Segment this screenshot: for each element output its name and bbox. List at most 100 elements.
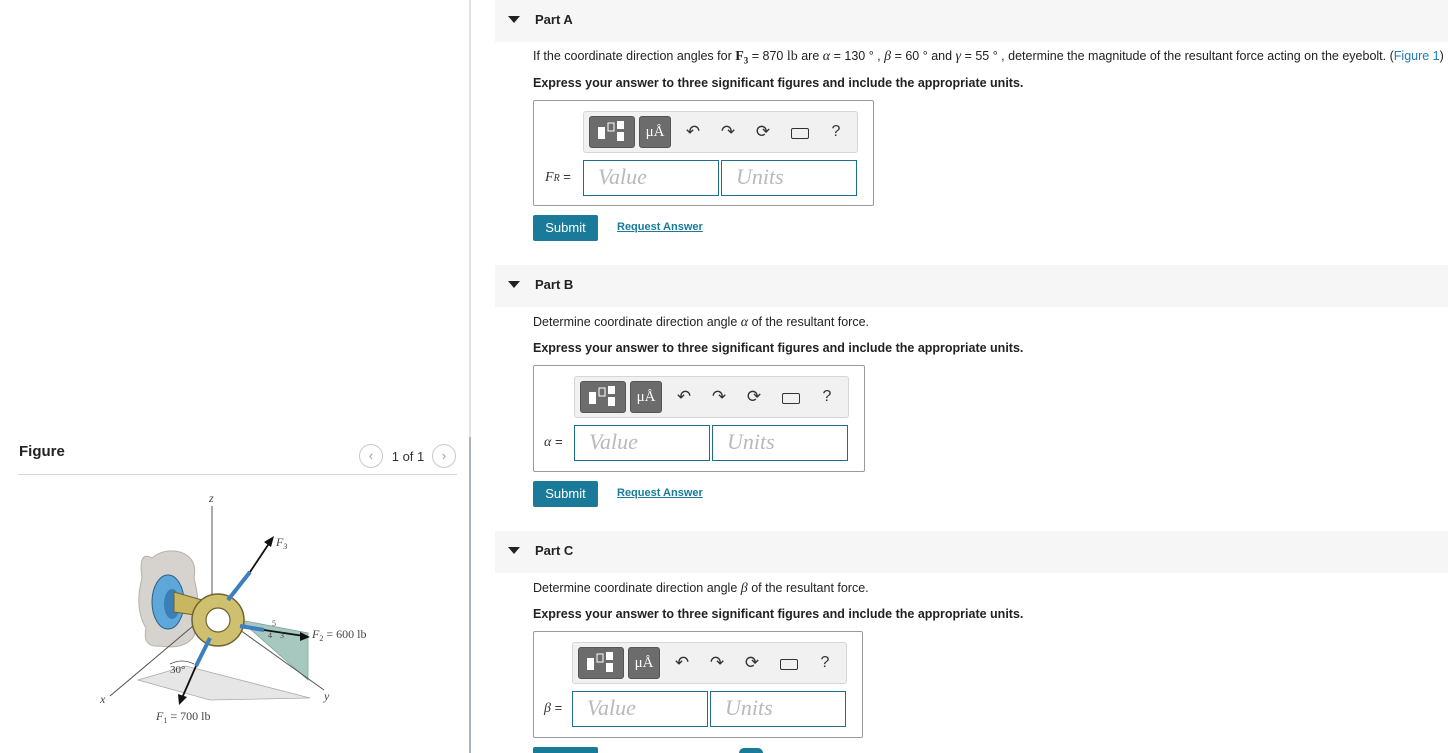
question-text: Determine coordinate direction angle [533, 581, 741, 595]
part-a-math-toolbar: μÅ ↶ ↷ ⟳ ? [583, 111, 858, 153]
part-a-title: Part A [535, 12, 573, 27]
part-a-question: If the coordinate direction angles for F… [533, 49, 1444, 66]
templates-icon [598, 121, 624, 141]
eyebolt-figure: z y x F3 F2 = 600 lb F1 = 700 lb 30° 5 4… [99, 491, 366, 725]
templates-button[interactable] [589, 116, 635, 148]
f3-label: F3 [275, 535, 287, 551]
part-b-question: Determine coordinate direction angle α o… [533, 315, 869, 331]
undo-icon[interactable]: ↶ [673, 386, 695, 408]
part-b-math-toolbar: μÅ ↶ ↷ ⟳ ? [574, 376, 849, 418]
help-icon[interactable]: ? [814, 652, 836, 674]
pane-divider-accent [469, 437, 471, 753]
reset-icon[interactable]: ⟳ [743, 386, 765, 408]
part-b-request-answer-link[interactable]: Request Answer [617, 487, 703, 499]
next-figure-button[interactable]: › [432, 444, 456, 468]
figure-link[interactable]: Figure 1 [1394, 49, 1440, 63]
z-label: z [208, 491, 214, 505]
question-text: of the resultant force. [748, 315, 870, 329]
part-c-instruction: Express your answer to three significant… [533, 607, 1024, 621]
part-c-header[interactable]: Part C [495, 531, 1448, 573]
units-button[interactable]: μÅ [628, 647, 660, 679]
variable-symbol: β [544, 701, 551, 716]
undo-icon[interactable]: ↶ [671, 652, 693, 674]
part-a-header[interactable]: Part A [495, 0, 1448, 42]
keyboard-icon[interactable] [780, 386, 802, 408]
part-a-instruction: Express your answer to three significant… [533, 76, 1024, 90]
f1-label-value: = 700 lb [167, 709, 210, 723]
f1-arrowhead [178, 694, 187, 705]
keyboard-icon[interactable] [778, 652, 800, 674]
slope-3-label: 3 [280, 631, 284, 640]
redo-icon[interactable]: ↷ [706, 652, 728, 674]
part-a-value-input[interactable]: Value [583, 160, 719, 196]
part-b-units-input[interactable]: Units [712, 425, 848, 461]
part-a-variable-label: FR = [545, 169, 571, 186]
part-b-variable-label: α = [544, 434, 563, 451]
undo-icon[interactable]: ↶ [682, 121, 704, 143]
part-a-submit-button[interactable]: Submit [533, 215, 598, 241]
part-a-units-input[interactable]: Units [721, 160, 857, 196]
f1-label: F1 = 700 lb [155, 709, 210, 725]
x-label: x [99, 692, 106, 706]
f3-label-sub: 3 [282, 542, 287, 551]
part-b-header[interactable]: Part B [495, 265, 1448, 307]
units-button[interactable]: μÅ [639, 116, 671, 148]
redo-icon[interactable]: ↷ [708, 386, 730, 408]
question-text: of the resultant force. [747, 581, 869, 595]
collapse-caret-icon[interactable] [508, 547, 520, 554]
force-value: = 870 [748, 49, 787, 63]
collapse-caret-icon[interactable] [508, 16, 520, 23]
figure-title: Figure [19, 443, 65, 460]
templates-icon [587, 652, 613, 672]
part-c-title: Part C [535, 543, 574, 558]
cable-f1 [194, 637, 212, 667]
reset-icon[interactable]: ⟳ [741, 652, 763, 674]
question-text: Determine coordinate direction angle [533, 315, 741, 329]
collapse-caret-icon[interactable] [508, 281, 520, 288]
question-text-close: ) [1439, 49, 1444, 63]
part-c-submit-button[interactable] [533, 747, 598, 753]
f2-label: F2 = 600 lb [311, 627, 366, 643]
equals-sign: = [551, 434, 563, 449]
question-text: are [797, 49, 823, 63]
part-b-title: Part B [535, 277, 574, 292]
slope-4-label: 4 [268, 631, 272, 640]
part-c-units-input[interactable]: Units [710, 691, 846, 727]
help-icon[interactable]: ? [825, 121, 847, 143]
slope-5-label: 5 [272, 619, 276, 628]
part-c-question: Determine coordinate direction angle β o… [533, 581, 869, 597]
keyboard-icon[interactable] [789, 121, 811, 143]
question-text: If the coordinate direction angles for [533, 49, 736, 63]
variable-symbol: F [545, 170, 554, 185]
beta-symbol: β [740, 581, 748, 596]
figure-pager: 1 of 1 [391, 449, 425, 464]
force-symbol: F [735, 49, 744, 64]
beta-value: = 60 ° and [891, 49, 956, 63]
equals-sign: = [559, 169, 571, 184]
part-b-submit-button[interactable]: Submit [533, 481, 598, 507]
gamma-value: = 55 ° , determine the magnitude of the … [961, 49, 1394, 63]
angle-label: 30° [170, 664, 185, 676]
part-b-value-input[interactable]: Value [574, 425, 710, 461]
force-unit: lb [786, 49, 798, 64]
templates-icon [589, 386, 615, 406]
units-button[interactable]: μÅ [630, 381, 662, 413]
part-c-math-toolbar: μÅ ↶ ↷ ⟳ ? [572, 642, 847, 684]
scroll-top-button[interactable] [739, 748, 763, 753]
templates-button[interactable] [578, 647, 624, 679]
part-a-request-answer-link[interactable]: Request Answer [617, 221, 703, 233]
eyebolt-ring-hole [205, 607, 231, 633]
y-label: y [323, 689, 330, 703]
help-icon[interactable]: ? [816, 386, 838, 408]
equals-sign: = [550, 700, 563, 715]
part-c-variable-label: β = [544, 700, 562, 717]
figure-divider [18, 474, 457, 475]
reset-icon[interactable]: ⟳ [752, 121, 774, 143]
f2-label-value: = 600 lb [323, 627, 366, 641]
redo-icon[interactable]: ↷ [717, 121, 739, 143]
templates-button[interactable] [580, 381, 626, 413]
cable-f3 [226, 570, 252, 602]
part-c-value-input[interactable]: Value [572, 691, 708, 727]
previous-figure-button[interactable]: ‹ [359, 444, 383, 468]
figure-pane: Figure ‹ 1 of 1 › z y x F3 F2 = 600 lb F… [0, 0, 470, 753]
